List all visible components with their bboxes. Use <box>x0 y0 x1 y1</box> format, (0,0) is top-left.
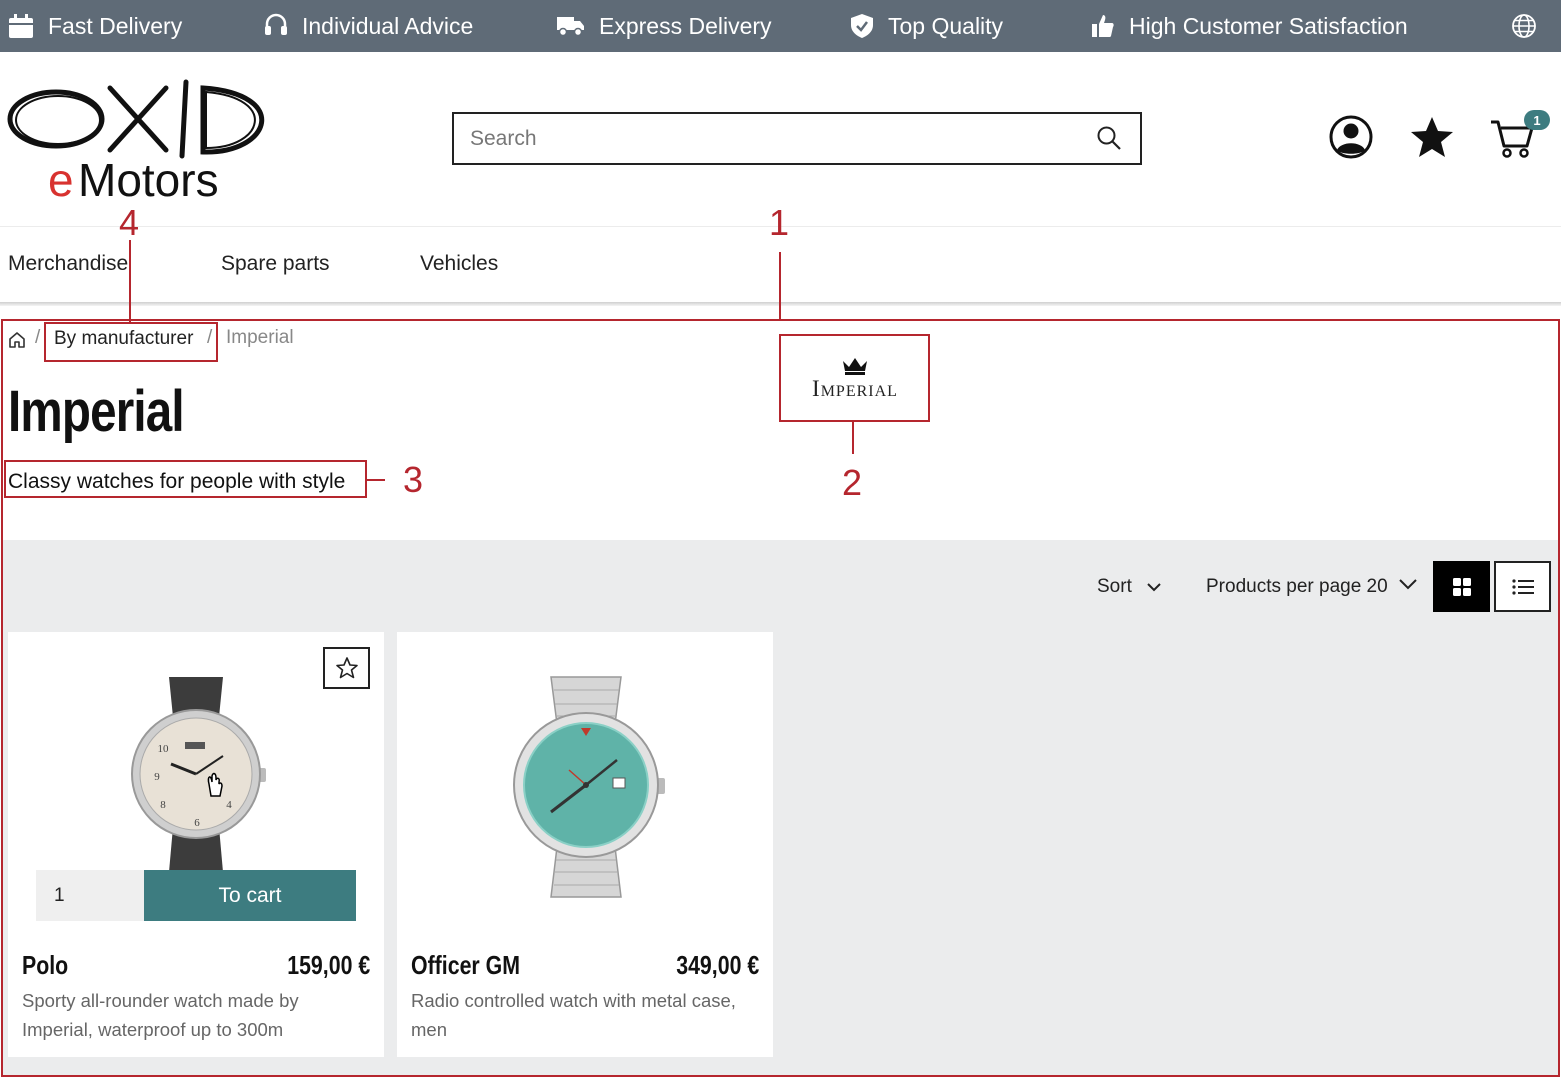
globe-icon[interactable] <box>1511 13 1537 39</box>
annotation-number-3: 3 <box>403 459 424 500</box>
nav-item-merchandise[interactable]: Merchandise <box>8 252 128 276</box>
svg-text:8: 8 <box>160 799 166 811</box>
grid-view-button[interactable] <box>1433 561 1490 612</box>
truck-icon <box>557 17 584 37</box>
annotation-line-1 <box>779 252 781 320</box>
product-description: Radio controlled watch with metal case, … <box>411 990 736 1040</box>
annotation-line-4 <box>129 240 131 322</box>
svg-text:4: 4 <box>226 799 232 811</box>
quantity-input[interactable]: 1 <box>36 870 144 921</box>
annotation-number-4: 4 <box>119 202 140 243</box>
nav-item-vehicles[interactable]: Vehicles <box>420 252 498 276</box>
search-icon[interactable] <box>1096 125 1122 151</box>
product-card[interactable]: 10 9 8 6 4 1 To cart Polo 159,00 € Sporty al… <box>8 632 384 1057</box>
usp-express-delivery: Express Delivery <box>557 0 772 52</box>
product-card[interactable]: Officer GM 349,00 € Radio controlled wat… <box>397 632 773 1057</box>
account-icon[interactable] <box>1328 114 1374 160</box>
annotation-number-2: 2 <box>842 462 863 503</box>
headset-icon <box>265 13 287 35</box>
star-outline-icon <box>335 657 358 679</box>
svg-text:e: e <box>48 154 74 204</box>
usp-label: High Customer Satisfaction <box>1129 12 1408 39</box>
grid-icon <box>1452 577 1471 596</box>
usp-top-quality: Top Quality <box>850 0 1003 52</box>
calendar-icon <box>9 14 33 38</box>
to-cart-button[interactable]: To cart <box>144 870 356 921</box>
wishlist-star-icon[interactable] <box>1409 114 1455 160</box>
svg-text:9: 9 <box>154 771 160 783</box>
add-to-wishlist-button[interactable] <box>323 647 370 689</box>
usp-label: Fast Delivery <box>48 12 183 39</box>
list-icon <box>1511 578 1534 595</box>
products-per-page-label: Products per page 20 <box>1206 576 1388 597</box>
annotation-number-1: 1 <box>769 202 790 243</box>
cart-count-badge: 1 <box>1524 110 1550 130</box>
annotation-box-logo <box>779 334 930 422</box>
chevron-down-icon <box>1398 579 1417 590</box>
sort-dropdown[interactable]: Sort <box>1097 576 1162 598</box>
nav-item-spare-parts[interactable]: Spare parts <box>221 252 330 276</box>
products-per-page-dropdown[interactable]: Products per page 20 <box>1206 576 1418 598</box>
product-name[interactable]: Officer GM <box>411 950 520 981</box>
product-image-watch[interactable] <box>509 672 669 902</box>
product-name[interactable]: Polo <box>22 950 68 981</box>
svg-text:10: 10 <box>158 743 170 755</box>
svg-text:6: 6 <box>194 817 200 829</box>
thumbs-up-icon <box>1092 15 1114 37</box>
svg-text:Motors: Motors <box>78 154 219 204</box>
product-price: 159,00 € <box>287 950 370 980</box>
usp-label: Express Delivery <box>599 12 772 39</box>
list-view-button[interactable] <box>1494 561 1551 612</box>
usp-fast-delivery: Fast Delivery <box>8 0 182 52</box>
usp-high-customer-satisfaction: High Customer Satisfaction <box>1091 0 1408 52</box>
annotation-box-description <box>4 460 367 498</box>
usp-label: Top Quality <box>888 12 1004 39</box>
annotation-line-2 <box>852 422 854 454</box>
sort-label: Sort <box>1097 576 1132 597</box>
product-price: 349,00 € <box>676 950 759 980</box>
search-input[interactable] <box>454 114 1140 163</box>
product-description: Sporty all-rounder watch made by Imperia… <box>22 990 299 1040</box>
annotation-line-3 <box>367 479 385 481</box>
annotation-box-breadcrumb <box>44 322 218 362</box>
usp-label: Individual Advice <box>302 12 474 39</box>
top-bar: Fast Delivery Individual Advice Express … <box>0 0 1561 52</box>
chevron-down-icon <box>1147 583 1161 592</box>
usp-individual-advice: Individual Advice <box>264 0 473 52</box>
shield-check-icon <box>851 14 873 38</box>
shop-logo[interactable]: e Motors <box>6 74 286 206</box>
product-image-watch[interactable]: 10 9 8 6 4 <box>121 672 271 872</box>
search-bar <box>452 112 1142 165</box>
